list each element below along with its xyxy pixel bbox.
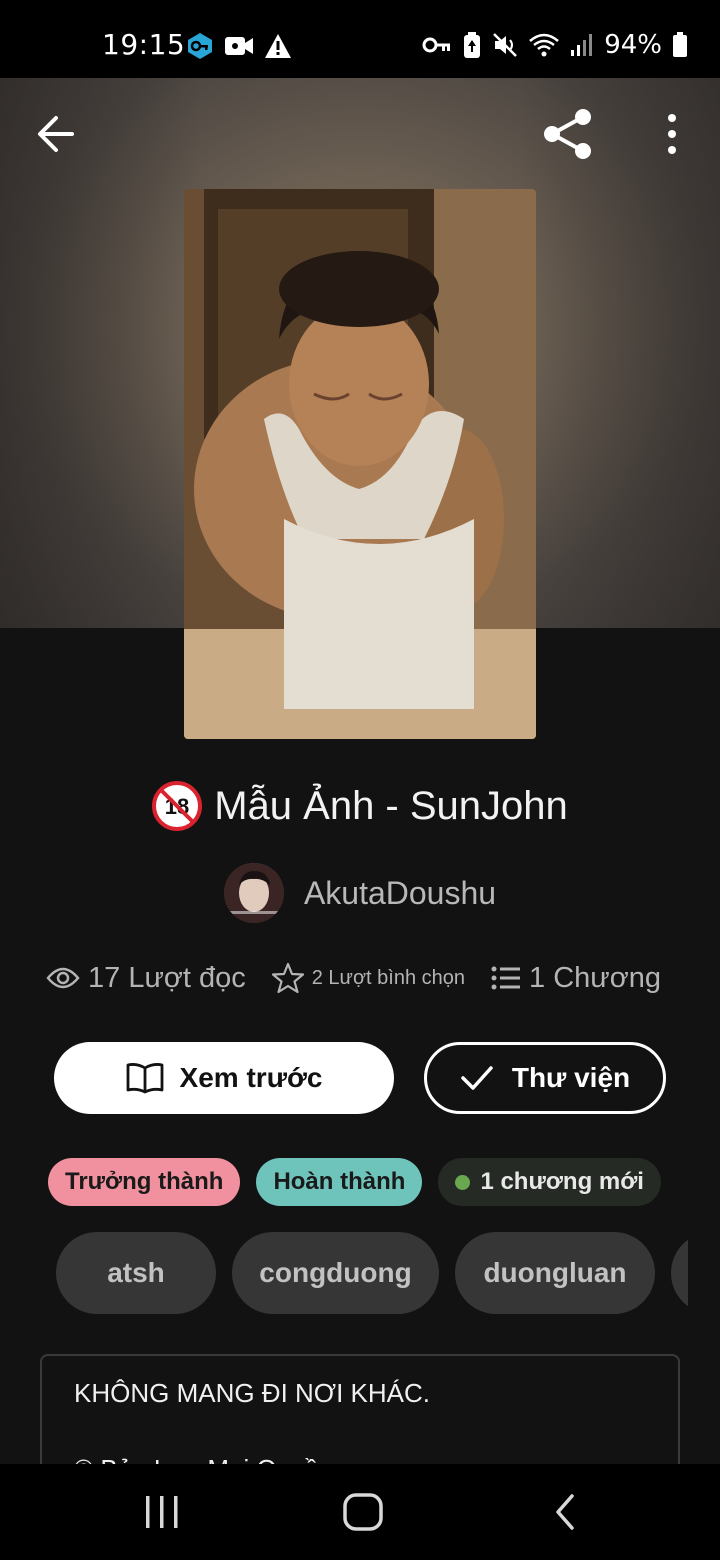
share-icon[interactable] — [540, 106, 596, 162]
description-line: KHÔNG MANG ĐI NƠI KHÁC. — [74, 1378, 430, 1408]
tag-chip[interactable]: atsh — [56, 1232, 216, 1314]
list-icon — [491, 966, 521, 990]
18-plus-icon: 18 — [152, 781, 203, 831]
new-chapter-badge: 1 chương mới — [438, 1158, 661, 1206]
reads-count: 17 Lượt đọc — [88, 961, 246, 994]
book-icon — [126, 1063, 163, 1094]
stat-reads: 17 Lượt đọc — [46, 962, 246, 995]
status-right: 94% — [422, 30, 688, 60]
new-chapter-label: 1 chương mới — [480, 1168, 644, 1195]
stat-votes: 2 Lượt bình chọn — [271, 962, 466, 994]
votes-count: 2 Lượt bình chọn — [311, 966, 466, 989]
vpn-key-icon — [188, 33, 212, 59]
check-icon — [461, 1066, 493, 1090]
cover-photo — [184, 189, 536, 739]
star-icon — [271, 962, 304, 994]
warning-icon — [265, 34, 291, 58]
complete-badge: Hoàn thành — [256, 1158, 423, 1206]
story-description[interactable]: KHÔNG MANG ĐI NƠI KHÁC. © Bản Lưu Mai Qu… — [40, 1354, 680, 1464]
author-name[interactable]: AkutaDoushu — [304, 875, 496, 912]
tag-chip-partial[interactable] — [671, 1232, 688, 1314]
battery-icon — [673, 32, 687, 57]
tag-list[interactable]: atsh congduong duongluan — [56, 1232, 688, 1314]
new-chapter-dot — [455, 1174, 471, 1190]
back-arrow-icon[interactable] — [30, 110, 82, 158]
tag-chip[interactable]: duongluan — [455, 1232, 655, 1314]
stat-chapters: 1 Chương — [491, 962, 661, 995]
mature-badge: Trưởng thành — [48, 1158, 241, 1206]
library-button[interactable]: Thư viện — [424, 1042, 666, 1114]
description-line: © Bản Lưu Mai Quyền — [74, 1454, 333, 1464]
story-stats: 17 Lượt đọc 2 Lượt bình chọn 1 Chương — [46, 956, 686, 1000]
battery-saver-icon — [464, 32, 481, 58]
mute-icon — [493, 33, 518, 57]
story-title: Mẫu Ảnh - SunJohn — [214, 783, 568, 828]
more-vertical-icon[interactable] — [656, 112, 688, 156]
preview-button[interactable]: Xem trước — [54, 1042, 394, 1114]
author-row[interactable]: AkutaDoushu — [0, 862, 720, 924]
status-left-icons — [186, 32, 292, 60]
video-record-icon — [225, 37, 253, 55]
story-badges: Trưởng thành Hoàn thành 1 chương mới — [48, 1158, 661, 1206]
key-icon — [422, 37, 451, 53]
story-title-row: 18 Mẫu Ảnh - SunJohn — [0, 778, 720, 834]
story-cover[interactable] — [184, 189, 536, 739]
status-time: 19:15 — [102, 28, 186, 61]
tag-chip[interactable]: congduong — [232, 1232, 439, 1314]
avatar-photo — [223, 863, 284, 923]
preview-button-label: Xem trước — [179, 1062, 323, 1093]
hero-shade-left — [0, 78, 200, 628]
status-bar: 19:15 94% — [0, 0, 720, 78]
avatar[interactable] — [223, 863, 284, 923]
battery-percent: 94% — [604, 30, 662, 60]
chapters-count: 1 Chương — [529, 961, 661, 994]
back-icon[interactable] — [550, 1492, 580, 1532]
signal-icon — [571, 34, 593, 56]
system-nav-bar — [0, 1464, 720, 1560]
library-button-label: Thư viện — [511, 1062, 631, 1093]
recents-icon[interactable] — [142, 1494, 182, 1530]
home-icon[interactable] — [342, 1492, 384, 1532]
wifi-icon — [529, 33, 560, 57]
eye-icon — [46, 967, 80, 989]
